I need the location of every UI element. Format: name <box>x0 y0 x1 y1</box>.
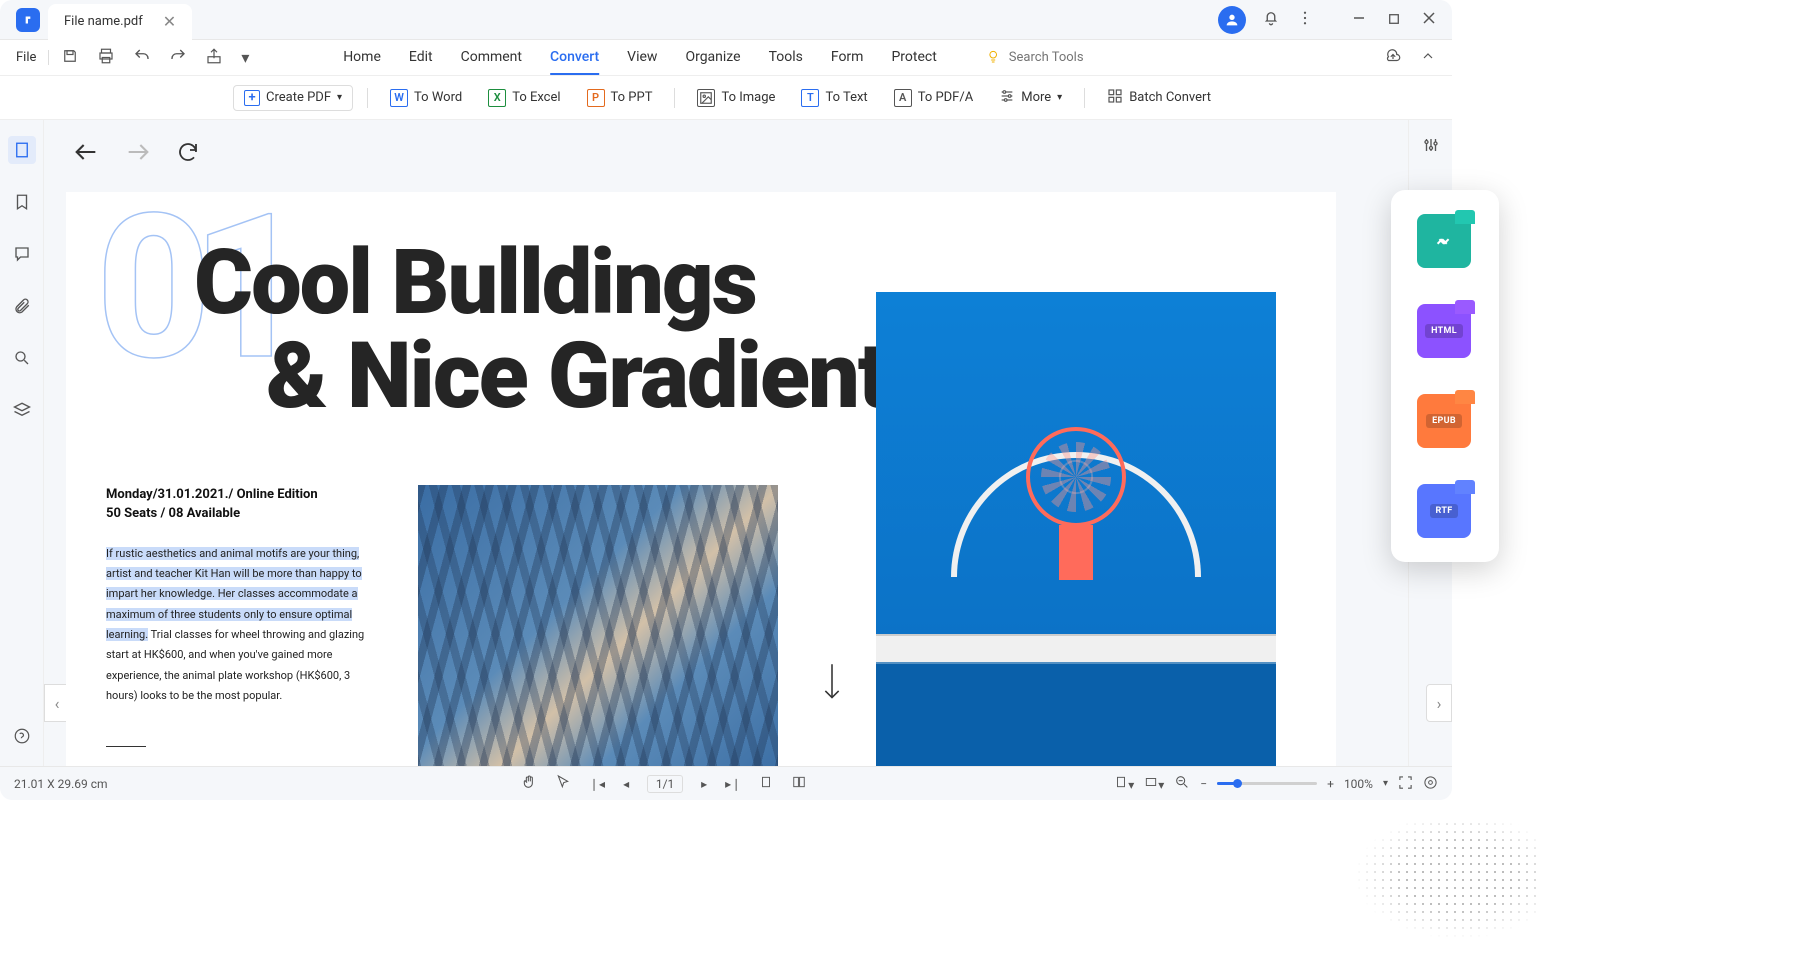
menu-comment[interactable]: Comment <box>461 41 522 75</box>
file-menu[interactable]: File <box>16 50 49 65</box>
minimize-button[interactable] <box>1352 10 1366 29</box>
menu-protect[interactable]: Protect <box>891 41 936 75</box>
app-logo <box>16 8 40 32</box>
menu-home[interactable]: Home <box>343 41 381 75</box>
to-pdfa-button[interactable]: ATo PDF/A <box>886 85 982 111</box>
single-page-icon[interactable] <box>759 775 773 792</box>
epub-format-icon[interactable]: EPUB <box>1417 394 1471 448</box>
grid-icon <box>1107 88 1123 108</box>
sliders-icon <box>999 88 1015 108</box>
search-icon[interactable] <box>8 344 36 372</box>
document-tab[interactable]: File name.pdf ✕ <box>48 4 192 40</box>
undo-icon[interactable] <box>133 47 151 69</box>
prev-page-icon[interactable]: ◂ <box>623 777 629 791</box>
dropdown-icon[interactable]: ▾ <box>241 48 249 67</box>
help-icon[interactable] <box>8 722 36 750</box>
more-icon[interactable] <box>1296 9 1314 31</box>
zoom-slider[interactable] <box>1217 782 1317 785</box>
create-pdf-button[interactable]: + Create PDF ▾ <box>233 85 353 111</box>
tab-title: File name.pdf <box>64 14 143 29</box>
menu-organize[interactable]: Organize <box>685 41 740 75</box>
left-sidebar <box>0 120 44 766</box>
redo-icon[interactable] <box>169 47 187 69</box>
menu-tools[interactable]: Tools <box>769 41 803 75</box>
basketball-image <box>876 292 1276 766</box>
back-icon[interactable] <box>72 138 100 170</box>
first-page-icon[interactable]: ❘◂ <box>589 777 605 791</box>
dimensions-text: 21.01 X 29.69 cm <box>14 777 214 791</box>
save-icon[interactable] <box>61 47 79 69</box>
fullscreen-icon[interactable] <box>1398 775 1413 793</box>
comment-icon[interactable] <box>8 240 36 268</box>
building-image <box>418 485 778 766</box>
convert-toolbar: + Create PDF ▾ WTo Word XTo Excel PTo PP… <box>0 76 1452 120</box>
search-tools-input[interactable] <box>1009 50 1109 65</box>
settings-icon[interactable] <box>1422 136 1440 158</box>
last-page-icon[interactable]: ▸❘ <box>725 777 741 791</box>
read-mode-icon[interactable] <box>1423 775 1438 793</box>
highlighted-text[interactable]: If rustic aesthetics and animal motifs a… <box>106 547 362 641</box>
to-image-button[interactable]: To Image <box>689 85 783 111</box>
rtf-format-icon[interactable]: RTF <box>1417 484 1471 538</box>
document-page: 01 Cool Bulldings & Nice Gradients <box>66 192 1336 766</box>
fit-width-icon[interactable]: ▾ <box>1144 775 1164 792</box>
statusbar: 21.01 X 29.69 cm ❘◂ ◂ 1/1 ▸ ▸❘ ▾ ▾ − + 1… <box>0 766 1452 800</box>
close-window-button[interactable] <box>1422 10 1436 29</box>
forward-icon[interactable] <box>124 138 152 170</box>
to-ppt-button[interactable]: PTo PPT <box>579 85 661 111</box>
account-icon[interactable] <box>1218 6 1246 34</box>
minus-icon[interactable]: − <box>1200 777 1207 791</box>
window-titlebar: File name.pdf ✕ <box>0 0 1452 40</box>
expand-right-icon[interactable]: › <box>1426 684 1452 722</box>
plus-icon[interactable]: + <box>1327 777 1334 791</box>
folder-convert-icon[interactable] <box>1417 214 1471 268</box>
body-text: If rustic aesthetics and animal motifs a… <box>106 544 366 707</box>
fit-page-icon[interactable]: ▾ <box>1114 775 1134 792</box>
to-excel-button[interactable]: XTo Excel <box>480 85 568 111</box>
zoom-value: 100% <box>1344 777 1373 791</box>
batch-convert-button[interactable]: Batch Convert <box>1099 84 1219 112</box>
chevron-up-icon[interactable] <box>1420 48 1436 68</box>
close-tab-icon[interactable]: ✕ <box>163 12 176 31</box>
select-tool-icon[interactable] <box>555 774 571 793</box>
bookmark-icon[interactable] <box>8 188 36 216</box>
meta-line2: 50 Seats / 08 Available <box>106 506 240 521</box>
to-text-button[interactable]: TTo Text <box>793 85 875 111</box>
bulb-icon <box>985 48 1001 68</box>
menu-edit[interactable]: Edit <box>409 41 433 75</box>
decorative-shadow <box>1339 820 1539 960</box>
page-field[interactable]: 1/1 <box>647 775 683 793</box>
attachment-icon[interactable] <box>8 292 36 320</box>
chevron-down-icon: ▾ <box>337 92 342 103</box>
facing-page-icon[interactable] <box>791 775 807 792</box>
menu-convert[interactable]: Convert <box>550 41 599 75</box>
cloud-icon[interactable] <box>1384 47 1402 69</box>
maximize-button[interactable] <box>1388 10 1400 29</box>
html-format-icon[interactable]: HTML <box>1417 304 1471 358</box>
zoom-out-icon[interactable] <box>1174 774 1190 793</box>
format-panel: HTML EPUB RTF <box>1391 190 1499 562</box>
bell-icon[interactable] <box>1262 9 1280 31</box>
hand-tool-icon[interactable] <box>521 774 537 793</box>
reload-icon[interactable] <box>176 140 200 168</box>
next-page-icon[interactable]: ▸ <box>701 777 707 791</box>
layers-icon[interactable] <box>8 396 36 424</box>
print-icon[interactable] <box>97 47 115 69</box>
to-word-button[interactable]: WTo Word <box>382 85 470 111</box>
plus-icon: + <box>244 90 260 106</box>
share-icon[interactable] <box>205 47 223 69</box>
more-convert-button[interactable]: More ▾ <box>991 84 1070 112</box>
menu-view[interactable]: View <box>627 41 657 75</box>
menubar: File ▾ Home Edit Comment Convert View Or… <box>0 40 1452 76</box>
menu-form[interactable]: Form <box>831 41 864 75</box>
scroll-down-icon <box>818 662 846 706</box>
thumbnails-icon[interactable] <box>8 136 36 164</box>
meta-line1: Monday/31.01.2021./ Online Edition <box>106 487 318 502</box>
